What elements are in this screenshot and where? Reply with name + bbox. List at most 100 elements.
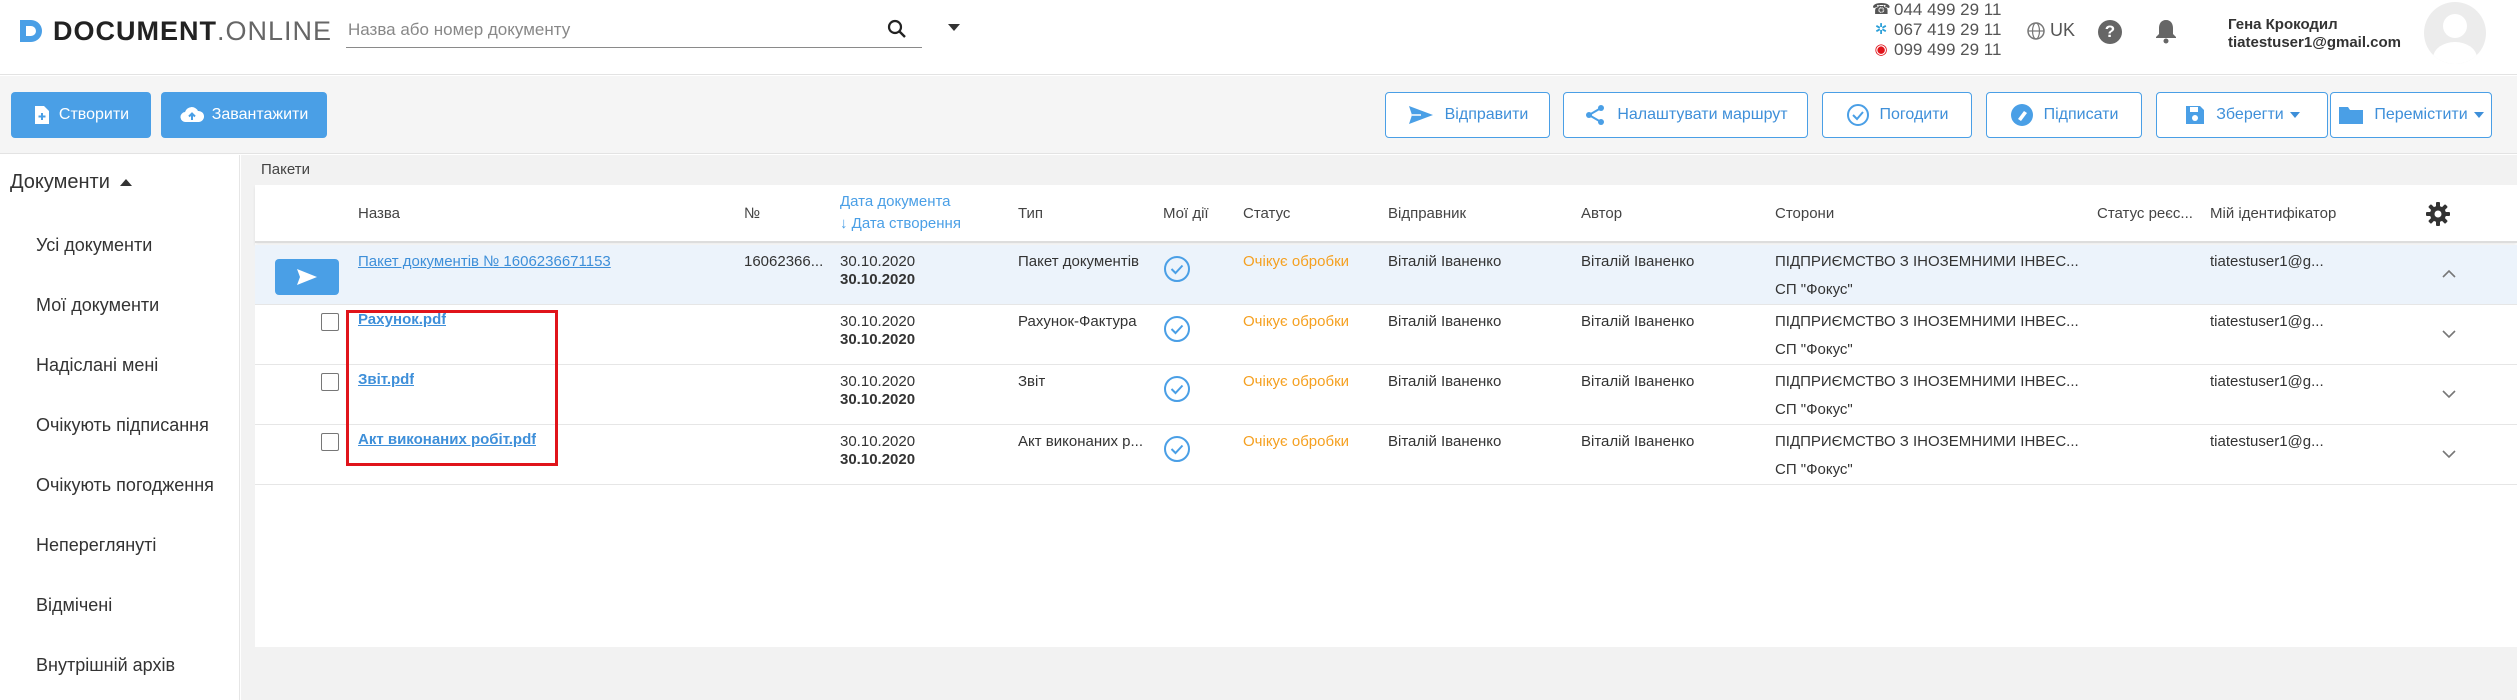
- author: Віталій Іваненко: [1581, 373, 1695, 390]
- check-circle-icon[interactable]: [1163, 375, 1191, 403]
- party-secondary: СП "Фокус": [1775, 461, 1853, 478]
- sidebar-item-internal-archive[interactable]: Внутрішній архів: [36, 655, 175, 676]
- column-header-my-id[interactable]: Мій ідентифікатор: [2210, 205, 2336, 222]
- app-logo[interactable]: DOCUMENT.ONLINE: [17, 16, 332, 46]
- row-checkbox[interactable]: [321, 313, 339, 331]
- phone-row: ✲ 067 419 29 11: [1872, 20, 2002, 40]
- my-id: tiatestuser1@g...: [2210, 253, 2324, 270]
- move-button[interactable]: Перемістити: [2330, 92, 2492, 138]
- send-icon: [1408, 106, 1433, 124]
- phone-row: ◉ 099 499 29 11: [1872, 40, 2001, 60]
- bell-icon[interactable]: [2154, 18, 2178, 44]
- package-name-link[interactable]: Пакет документів № 1606236671153: [358, 253, 611, 270]
- contact-phones: ☎ 044 499 29 11 ✲ 067 419 29 11 ◉ 099 49…: [1872, 0, 2001, 60]
- status-badge: Очікує обробки: [1243, 373, 1350, 390]
- column-header-type[interactable]: Тип: [1018, 205, 1043, 222]
- row-checkbox[interactable]: [321, 373, 339, 391]
- column-header-registry-status[interactable]: Статус реєс...: [2097, 205, 2193, 222]
- column-header-doc-date[interactable]: Дата документа: [840, 193, 951, 210]
- main-content: Пакети Назва № Дата документа ↓ Дата ств…: [241, 155, 2517, 700]
- table-row[interactable]: Акт виконаних робіт.pdf 30.10.2020 30.10…: [255, 425, 2517, 485]
- column-header-my-actions[interactable]: Мої дії: [1163, 205, 1209, 222]
- package-row[interactable]: Пакет документів № 1606236671153 1606236…: [255, 245, 2517, 305]
- search-input[interactable]: [346, 14, 876, 46]
- action-toolbar: Створити Завантажити Відправити Налаштув…: [0, 76, 2517, 154]
- party-secondary: СП "Фокус": [1775, 281, 1853, 298]
- sidebar-item-awaiting-approval[interactable]: Очікують погодження: [36, 475, 214, 496]
- save-icon: [2186, 106, 2205, 124]
- author: Віталій Іваненко: [1581, 433, 1695, 450]
- phone-row: ☎ 044 499 29 11: [1872, 0, 2001, 20]
- send-button[interactable]: Відправити: [1385, 92, 1550, 138]
- chevron-down-icon[interactable]: [2441, 389, 2457, 399]
- row-checkbox[interactable]: [321, 433, 339, 451]
- chevron-up-icon[interactable]: [2441, 269, 2457, 279]
- created-date: 30.10.2020: [840, 331, 916, 348]
- sidebar-item-marked[interactable]: Відмічені: [36, 595, 112, 616]
- sidebar-section-documents[interactable]: Документи: [10, 171, 132, 194]
- create-button[interactable]: Створити: [11, 92, 151, 138]
- new-document-icon: [34, 106, 49, 124]
- route-button-label: Налаштувати маршрут: [1617, 106, 1788, 123]
- check-circle-icon[interactable]: [1163, 435, 1191, 463]
- party-secondary: СП "Фокус": [1775, 341, 1853, 358]
- column-header-name[interactable]: Назва: [358, 205, 400, 222]
- caret-down-icon: [2289, 112, 2300, 118]
- my-id: tiatestuser1@g...: [2210, 373, 2324, 390]
- search-bar: [346, 14, 922, 48]
- sidebar-item-unviewed[interactable]: Непереглянуті: [36, 535, 156, 556]
- phone-icon: ☎: [1872, 1, 1891, 18]
- caret-down-icon: [2473, 112, 2484, 118]
- user-info[interactable]: Гена Крокодил tiatestuser1@gmail.com: [2228, 16, 2401, 52]
- doc-date: 30.10.2020: [840, 373, 916, 390]
- package-number: 16062366...: [744, 253, 824, 270]
- upload-button[interactable]: Завантажити: [161, 92, 327, 138]
- created-date: 30.10.2020: [840, 451, 916, 468]
- sidebar-item-all-documents[interactable]: Усі документи: [36, 235, 152, 256]
- column-header-sender[interactable]: Відправник: [1388, 205, 1466, 222]
- chevron-down-icon[interactable]: [2441, 329, 2457, 339]
- column-header-author[interactable]: Автор: [1581, 205, 1622, 222]
- table-row[interactable]: Рахунок.pdf 30.10.2020 30.10.2020 Рахуно…: [255, 305, 2517, 365]
- check-circle-icon[interactable]: [1163, 255, 1191, 283]
- user-avatar-icon: [2433, 14, 2477, 64]
- approve-button[interactable]: Погодити: [1822, 92, 1972, 138]
- gear-icon[interactable]: [2425, 201, 2451, 227]
- column-header-number[interactable]: №: [744, 205, 760, 222]
- sign-button[interactable]: Підписати: [1986, 92, 2142, 138]
- status-badge: Очікує обробки: [1243, 253, 1350, 270]
- search-options-caret-icon[interactable]: [948, 24, 960, 31]
- status-badge: Очікує обробки: [1243, 313, 1350, 330]
- my-id: tiatestuser1@g...: [2210, 313, 2324, 330]
- route-button[interactable]: Налаштувати маршрут: [1563, 92, 1808, 138]
- sidebar: Документи Усі документи Мої документи На…: [0, 155, 240, 700]
- chevron-down-icon[interactable]: [2441, 449, 2457, 459]
- search-icon[interactable]: [886, 18, 908, 40]
- cloud-upload-icon: [180, 107, 204, 123]
- doc-date: 30.10.2020: [840, 253, 916, 270]
- share-route-icon: [1586, 105, 1605, 125]
- save-button[interactable]: Зберегти: [2156, 92, 2328, 138]
- help-icon[interactable]: ?: [2098, 20, 2122, 44]
- language-label: UK: [2050, 20, 2076, 40]
- sidebar-item-awaiting-signature[interactable]: Очікують підписання: [36, 415, 209, 436]
- column-header-parties[interactable]: Сторони: [1775, 205, 1834, 222]
- status-badge: Очікує обробки: [1243, 433, 1350, 450]
- my-id: tiatestuser1@g...: [2210, 433, 2324, 450]
- doc-type: Рахунок-Фактура: [1018, 313, 1137, 330]
- sidebar-item-my-documents[interactable]: Мої документи: [36, 295, 159, 316]
- sidebar-item-sent-to-me[interactable]: Надіслані мені: [36, 355, 158, 376]
- column-header-created-date[interactable]: ↓ Дата створення: [840, 215, 961, 232]
- package-send-button[interactable]: [275, 259, 339, 295]
- user-name: Гена Крокодил: [2228, 16, 2338, 33]
- avatar[interactable]: [2424, 2, 2486, 64]
- kyivstar-icon: ✲: [1874, 21, 1888, 38]
- column-header-status[interactable]: Статус: [1243, 205, 1290, 222]
- check-circle-icon[interactable]: [1163, 315, 1191, 343]
- language-selector[interactable]: UK: [2026, 20, 2075, 41]
- table-row[interactable]: Звіт.pdf 30.10.2020 30.10.2020 Звіт Очік…: [255, 365, 2517, 425]
- phone-number: 044 499 29 11: [1894, 0, 2002, 19]
- party-primary: ПІДПРИЄМСТВО З ІНОЗЕМНИМИ ІНВЕС...: [1775, 433, 2079, 450]
- party-primary: ПІДПРИЄМСТВО З ІНОЗЕМНИМИ ІНВЕС...: [1775, 253, 2079, 270]
- sender: Віталій Іваненко: [1388, 313, 1502, 330]
